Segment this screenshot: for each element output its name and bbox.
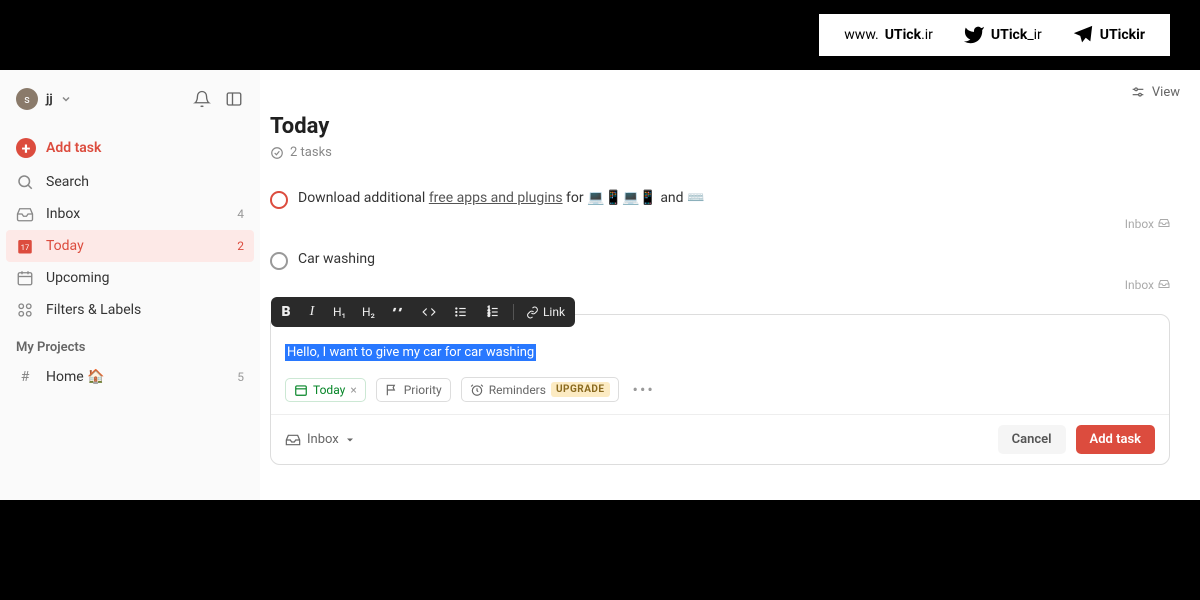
svg-text:3: 3 xyxy=(488,313,491,318)
task-row[interactable]: Download additional free apps and plugin… xyxy=(270,184,1170,215)
task-meta: Inbox xyxy=(270,215,1170,245)
calendar-today-icon: 17 xyxy=(16,237,34,255)
user-menu[interactable]: s jj xyxy=(16,88,71,110)
sidebar-item-inbox[interactable]: Inbox 4 xyxy=(0,198,260,230)
h2-button[interactable]: H₂ xyxy=(358,303,379,321)
avatar: s xyxy=(16,88,38,110)
sidebar-item-count: 4 xyxy=(237,207,244,221)
task-checkbox[interactable] xyxy=(270,191,288,209)
add-task-label: Add task xyxy=(46,140,101,156)
chevron-down-icon xyxy=(61,94,71,104)
link-icon xyxy=(526,306,539,319)
banner-twitter: UTick_ir xyxy=(963,24,1042,46)
task-name-input[interactable]: Hello, I want to give my car for car was… xyxy=(285,344,536,361)
bullet-list-button[interactable] xyxy=(449,303,473,321)
calendar-icon xyxy=(294,383,308,397)
sidebar-item-count: 2 xyxy=(237,239,244,253)
task-checkbox[interactable] xyxy=(270,252,288,270)
flag-icon xyxy=(385,383,399,397)
inbox-icon xyxy=(16,205,34,223)
grid-icon xyxy=(16,301,34,319)
project-selector[interactable]: Inbox xyxy=(285,432,355,448)
search-icon xyxy=(16,173,34,191)
promo-banner: www.www.UTick.irUTick.ir UTick_ir UTicki… xyxy=(0,0,1200,70)
hash-icon: # xyxy=(16,368,34,386)
view-button[interactable]: View xyxy=(1130,84,1180,100)
plus-icon: + xyxy=(16,138,36,158)
sidebar-item-upcoming[interactable]: Upcoming xyxy=(0,262,260,294)
notifications-button[interactable] xyxy=(192,89,212,109)
view-label: View xyxy=(1152,85,1180,100)
telegram-icon xyxy=(1072,24,1094,46)
sidebar-project-home[interactable]: # Home 🏠 5 xyxy=(0,361,260,393)
banner-website: www.www.UTick.irUTick.ir xyxy=(844,27,933,43)
bold-button[interactable]: B xyxy=(277,302,295,322)
quote-button[interactable] xyxy=(387,303,409,321)
bell-icon xyxy=(193,90,211,108)
check-circle-icon xyxy=(270,146,284,160)
main-content: View Today 2 tasks Download additional f… xyxy=(260,70,1200,500)
italic-button[interactable]: I xyxy=(303,302,321,322)
banner-telegram: UTickir xyxy=(1072,24,1145,46)
link-button[interactable]: Link xyxy=(522,303,569,321)
sidebar-item-search[interactable]: Search xyxy=(0,166,260,198)
due-date-chip[interactable]: Today × xyxy=(285,378,366,402)
sidebar-item-label: Filters & Labels xyxy=(46,302,141,318)
app-window: s jj + Add task Search xyxy=(0,70,1200,500)
promo-banner-links: www.www.UTick.irUTick.ir UTick_ir UTicki… xyxy=(819,14,1170,56)
sidebar-item-label: Today xyxy=(46,238,84,254)
alarm-icon xyxy=(470,383,484,397)
list-ul-icon xyxy=(453,305,469,319)
task-editor: B I H₁ H₂ 123 Link Hello, I want to give xyxy=(270,314,1170,465)
sliders-icon xyxy=(1130,84,1146,100)
quote-icon xyxy=(391,305,405,319)
chevron-down-icon xyxy=(345,435,355,445)
svg-text:17: 17 xyxy=(21,243,29,252)
sidebar-item-today[interactable]: 17 Today 2 xyxy=(6,230,254,262)
page-subtitle: 2 tasks xyxy=(270,145,1170,160)
inbox-icon xyxy=(285,432,301,448)
code-button[interactable] xyxy=(417,303,441,321)
number-list-button[interactable]: 123 xyxy=(481,303,505,321)
list-ol-icon: 123 xyxy=(485,305,501,319)
calendar-icon xyxy=(16,269,34,287)
task-title: Download additional free apps and plugin… xyxy=(298,190,704,206)
panel-icon xyxy=(225,90,243,108)
sidebar-item-filters[interactable]: Filters & Labels xyxy=(0,294,260,326)
sidebar-toggle-button[interactable] xyxy=(224,89,244,109)
task-title: Car washing xyxy=(298,251,375,267)
format-toolbar: B I H₁ H₂ 123 Link xyxy=(271,297,575,327)
upgrade-badge: UPGRADE xyxy=(551,382,610,397)
h1-button[interactable]: H₁ xyxy=(329,303,350,321)
add-task-button[interactable]: + Add task xyxy=(0,130,260,166)
inbox-icon xyxy=(1158,278,1170,290)
page-title: Today xyxy=(270,114,1170,139)
cancel-button[interactable]: Cancel xyxy=(998,425,1066,454)
sidebar: s jj + Add task Search xyxy=(0,70,260,500)
sidebar-project-label: Home 🏠 xyxy=(46,369,105,385)
code-icon xyxy=(421,305,437,319)
user-name: jj xyxy=(46,92,53,107)
sidebar-item-label: Search xyxy=(46,174,89,190)
toolbar-separator xyxy=(513,304,514,320)
twitter-icon xyxy=(963,24,985,46)
reminders-chip[interactable]: Reminders UPGRADE xyxy=(461,377,619,402)
bottom-black-bar xyxy=(0,500,1200,600)
clear-date-button[interactable]: × xyxy=(350,383,356,397)
sidebar-project-count: 5 xyxy=(237,370,244,384)
more-options-button[interactable]: ••• xyxy=(629,380,659,399)
projects-header[interactable]: My Projects xyxy=(0,326,260,361)
priority-chip[interactable]: Priority xyxy=(376,378,451,402)
sidebar-item-label: Inbox xyxy=(46,206,80,222)
sidebar-item-label: Upcoming xyxy=(46,270,110,286)
submit-button[interactable]: Add task xyxy=(1076,425,1155,454)
inbox-icon xyxy=(1158,217,1170,229)
task-row[interactable]: Car washing xyxy=(270,245,1170,276)
